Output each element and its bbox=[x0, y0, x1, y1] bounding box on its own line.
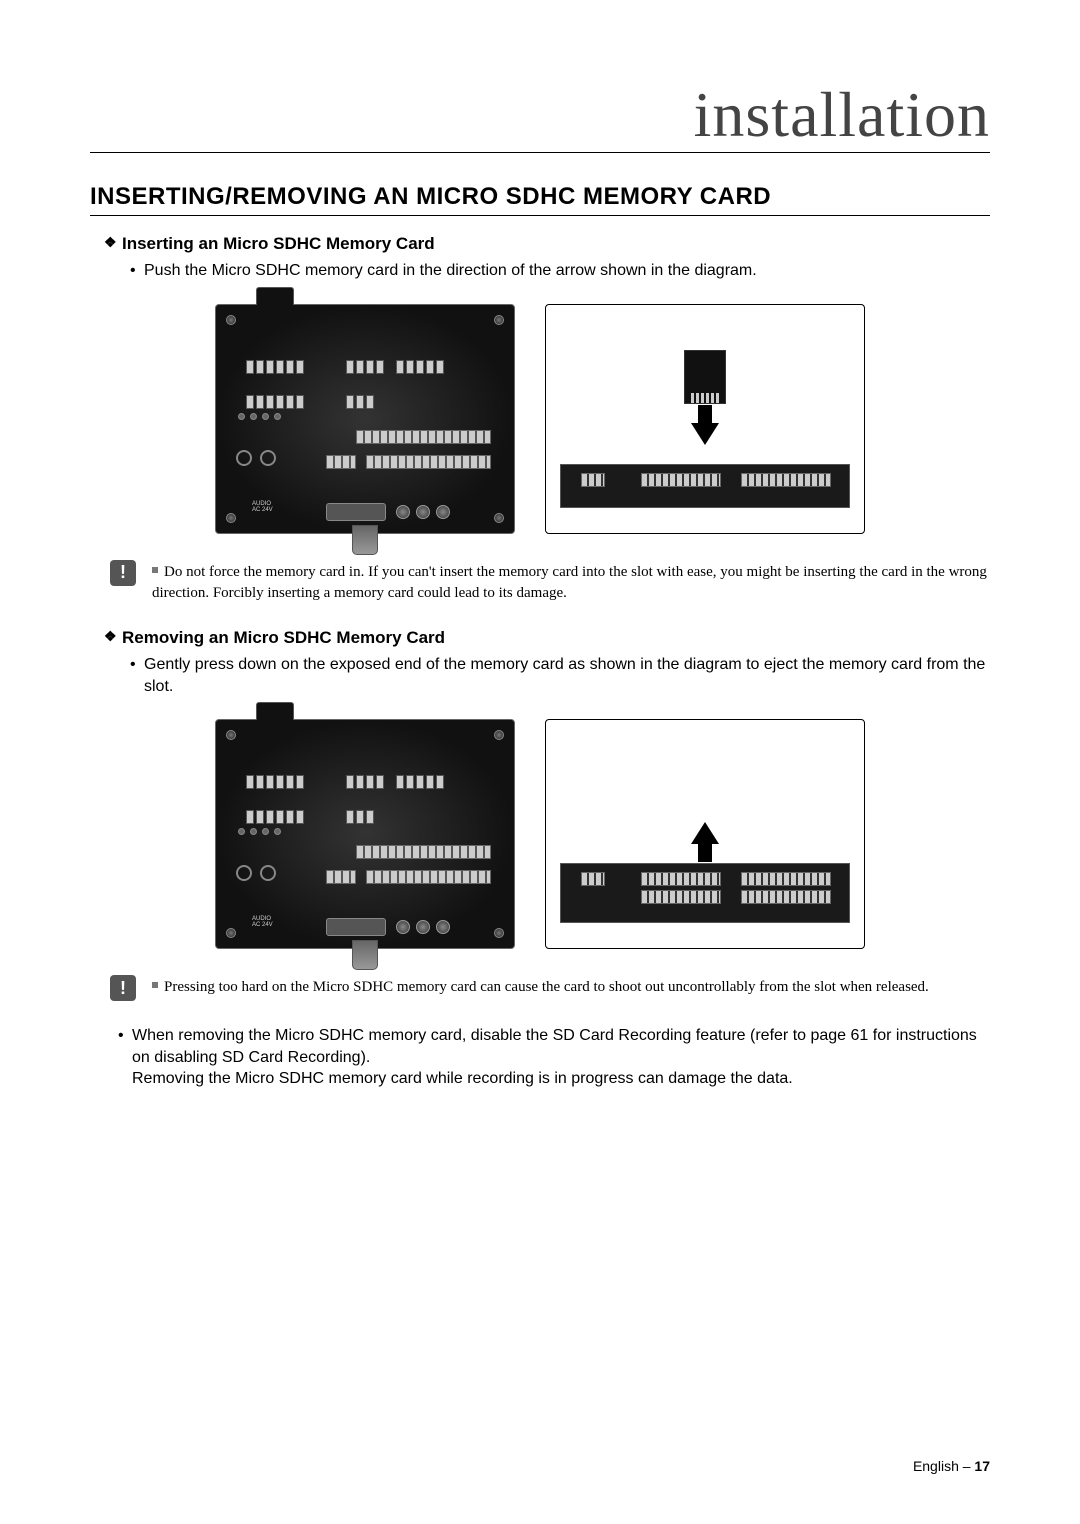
power-terminal-icon bbox=[326, 503, 386, 521]
insert-subheading-text: Inserting an Micro SDHC Memory Card bbox=[122, 234, 435, 253]
diamond-icon bbox=[104, 238, 116, 250]
remove-caution-text: Pressing too hard on the Micro SDHC memo… bbox=[152, 975, 929, 998]
chapter-title: installation bbox=[694, 80, 990, 152]
led-row-icon bbox=[238, 828, 281, 835]
insert-caution-text: Do not force the memory card in. If you … bbox=[152, 560, 990, 604]
mount-stem-icon bbox=[352, 940, 378, 970]
insert-subheading: Inserting an Micro SDHC Memory Card bbox=[104, 234, 990, 254]
remove-bullets: Gently press down on the exposed end of … bbox=[90, 654, 990, 697]
screw-icon bbox=[494, 928, 504, 938]
insert-bullets: Push the Micro SDHC memory card in the d… bbox=[90, 260, 990, 282]
connector-icon bbox=[246, 775, 304, 789]
device-illustration: AUDIOAC 24V bbox=[215, 304, 515, 534]
alert-icon: ! bbox=[110, 975, 136, 1001]
screw-icon bbox=[226, 513, 236, 523]
arrow-up-icon bbox=[691, 822, 719, 844]
screw-icon bbox=[494, 513, 504, 523]
remove-zoom-illustration bbox=[545, 719, 865, 949]
insert-bullet-1: Push the Micro SDHC memory card in the d… bbox=[130, 260, 990, 282]
remove-subheading-text: Removing an Micro SDHC Memory Card bbox=[122, 628, 445, 647]
connector-icon bbox=[246, 810, 304, 824]
section-heading: INSERTING/REMOVING AN MICRO SDHC MEMORY … bbox=[90, 183, 990, 216]
io-header-icon bbox=[356, 430, 491, 444]
connector-icon bbox=[346, 395, 374, 409]
square-bullet-icon bbox=[152, 567, 158, 573]
card-slot-base-icon bbox=[560, 464, 850, 508]
sd-slot-tab-icon bbox=[256, 287, 294, 305]
remove-diagram: AUDIOAC 24V bbox=[90, 719, 990, 949]
insert-zoom-illustration bbox=[545, 304, 865, 534]
audio-jack-icon bbox=[236, 865, 276, 881]
mount-stem-icon bbox=[352, 525, 378, 555]
diamond-icon bbox=[104, 632, 116, 644]
connector-icon bbox=[346, 360, 384, 374]
connector-icon bbox=[396, 360, 444, 374]
footer-page-number: 17 bbox=[974, 1458, 990, 1474]
remove-note-body: Pressing too hard on the Micro SDHC memo… bbox=[164, 979, 929, 995]
connector-icon bbox=[396, 775, 444, 789]
connector-icon bbox=[246, 395, 304, 409]
alert-icon: ! bbox=[110, 560, 136, 586]
remove-bullet-2: When removing the Micro SDHC memory card… bbox=[118, 1025, 990, 1090]
led-row-icon bbox=[238, 413, 281, 420]
audio-jack-icon bbox=[236, 450, 276, 466]
remove-caution: ! Pressing too hard on the Micro SDHC me… bbox=[110, 975, 990, 1001]
device-small-labels: AUDIOAC 24V bbox=[252, 501, 273, 513]
connector-icon bbox=[346, 775, 384, 789]
io-header-icon bbox=[326, 870, 356, 884]
connector-icon bbox=[246, 360, 304, 374]
io-header-icon bbox=[356, 845, 491, 859]
screw-icon bbox=[226, 730, 236, 740]
square-bullet-icon bbox=[152, 982, 158, 988]
footer-lang: English – bbox=[913, 1458, 974, 1474]
page-root: installation INSERTING/REMOVING AN MICRO… bbox=[0, 0, 1080, 1524]
screw-icon bbox=[494, 730, 504, 740]
remove-extra-bullets: When removing the Micro SDHC memory card… bbox=[90, 1025, 990, 1090]
insert-caution: ! Do not force the memory card in. If yo… bbox=[110, 560, 990, 604]
remove-subheading: Removing an Micro SDHC Memory Card bbox=[104, 628, 990, 648]
device-small-labels: AUDIOAC 24V bbox=[252, 916, 273, 928]
button-row-icon bbox=[396, 505, 450, 519]
screw-icon bbox=[226, 315, 236, 325]
power-terminal-icon bbox=[326, 918, 386, 936]
device-illustration: AUDIOAC 24V bbox=[215, 719, 515, 949]
page-footer: English – 17 bbox=[913, 1458, 990, 1474]
arrow-down-icon bbox=[691, 423, 719, 445]
io-header-icon bbox=[366, 870, 491, 884]
card-slot-base-icon bbox=[560, 863, 850, 923]
io-header-icon bbox=[366, 455, 491, 469]
sd-slot-tab-icon bbox=[256, 702, 294, 720]
insert-note-body: Do not force the memory card in. If you … bbox=[152, 564, 987, 601]
io-header-icon bbox=[326, 455, 356, 469]
microsd-card-icon bbox=[684, 350, 726, 404]
insert-diagram: AUDIOAC 24V bbox=[90, 304, 990, 534]
screw-icon bbox=[494, 315, 504, 325]
screw-icon bbox=[226, 928, 236, 938]
remove-bullet-1: Gently press down on the exposed end of … bbox=[130, 654, 990, 697]
button-row-icon bbox=[396, 920, 450, 934]
title-rule: installation bbox=[90, 80, 990, 153]
connector-icon bbox=[346, 810, 374, 824]
